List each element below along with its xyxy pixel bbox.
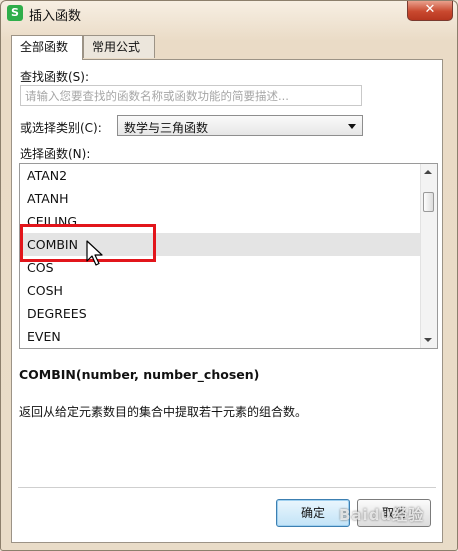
function-search-input[interactable] xyxy=(20,85,362,106)
function-item-degrees[interactable]: DEGREES xyxy=(20,302,420,325)
mouse-cursor-icon xyxy=(86,240,103,266)
dialog-title: 插入函数 xyxy=(29,9,82,24)
function-description: 返回从给定元素数目的集合中提取若干元素的组合数。 xyxy=(19,405,308,419)
search-label: 查找函数(S): xyxy=(20,70,90,84)
category-select[interactable]: 数学与三角函数 xyxy=(117,115,363,136)
function-list-label: 选择函数(N): xyxy=(20,147,91,161)
list-scrollbar[interactable] xyxy=(420,164,437,348)
function-syntax: COMBIN(number, number_chosen) xyxy=(19,367,260,382)
tab-all-functions[interactable]: 全部函数 xyxy=(11,35,83,60)
spreadsheet-app-icon: S xyxy=(7,5,23,21)
dropdown-arrow-icon[interactable] xyxy=(348,124,356,129)
divider xyxy=(18,487,436,488)
scroll-down-arrow-icon[interactable] xyxy=(424,338,432,342)
function-listbox[interactable]: ATAN2 ATANH CEILING COMBIN COS COSH DEGR… xyxy=(19,163,438,349)
function-item-even[interactable]: EVEN xyxy=(20,325,420,348)
tab-common-formulas[interactable]: 常用公式 xyxy=(83,35,155,58)
category-label: 或选择类别(C): xyxy=(20,121,102,135)
function-item-ceiling[interactable]: CEILING xyxy=(20,210,420,233)
watermark: Baidu经验 xyxy=(339,506,425,524)
function-item-atan2[interactable]: ATAN2 xyxy=(20,164,420,187)
function-item-combin[interactable]: COMBIN xyxy=(20,233,420,256)
tab-panel: 查找函数(S): 或选择类别(C): 数学与三角函数 选择函数(N): ATAN… xyxy=(11,59,443,543)
title-bar: S 插入函数 ✕ xyxy=(1,1,457,25)
category-selected-value: 数学与三角函数 xyxy=(124,121,209,135)
function-item-cos[interactable]: COS xyxy=(20,256,420,279)
function-item-atanh[interactable]: ATANH xyxy=(20,187,420,210)
close-button[interactable]: ✕ xyxy=(407,1,453,21)
scroll-up-arrow-icon[interactable] xyxy=(424,170,432,174)
scrollbar-thumb[interactable] xyxy=(423,192,434,212)
insert-function-dialog: S 插入函数 ✕ 全部函数 常用公式 查找函数(S): 或选择类别(C): 数学… xyxy=(0,0,458,551)
function-item-cosh[interactable]: COSH xyxy=(20,279,420,302)
